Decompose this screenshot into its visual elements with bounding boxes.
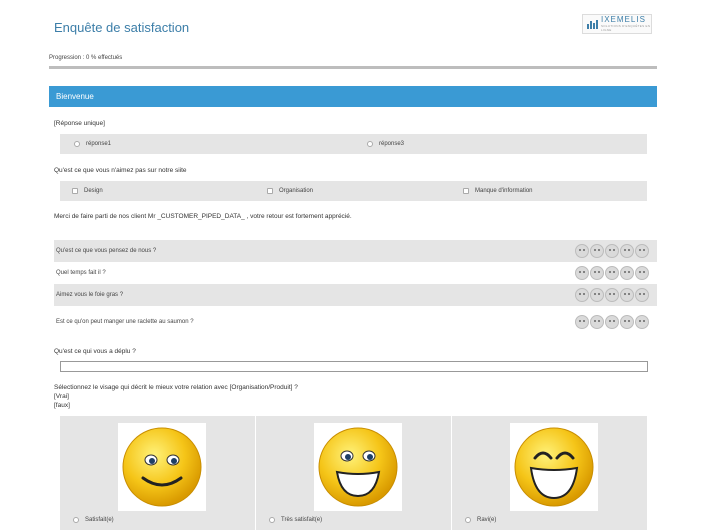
q2-label: Qu'est ce que vous n'aimez pas sur notre… [54, 167, 187, 174]
smiley-rating-icon[interactable] [590, 266, 604, 280]
page-title: Enquête de satisfaction [54, 20, 190, 35]
smiley-rating-icon[interactable] [620, 288, 634, 302]
face-option-satisfait-caption[interactable]: Satisfait(e) [73, 517, 114, 523]
smiley-rating-icon[interactable] [590, 315, 604, 329]
matrix-row-4: Est ce qu'on peut manger une raclette au… [54, 311, 657, 333]
section-header: Bienvenue [49, 86, 657, 107]
radio-button[interactable] [73, 517, 79, 523]
smiley-scale [575, 244, 649, 258]
smiley-rating-icon[interactable] [575, 315, 589, 329]
q2-option-organisation-label: Organisation [279, 188, 314, 194]
face-label-tres-satisfait: Très satisfait(e) [281, 517, 323, 523]
smiley-rating-icon[interactable] [635, 244, 649, 258]
face-option-ravi-caption[interactable]: Ravi(e) [465, 517, 496, 523]
face-label-ravi: Ravi(e) [477, 517, 497, 523]
face-label-satisfait: Satisfait(e) [85, 517, 114, 523]
q2-options-row: Design Organisation Manque d'information [60, 181, 647, 201]
q1-options-row: réponse1 réponse3 [60, 134, 647, 154]
face-option-tres-satisfait[interactable]: Très satisfait(e) [256, 416, 451, 530]
smiley-rating-icon[interactable] [590, 288, 604, 302]
q1-option-1-label: réponse1 [86, 141, 112, 147]
smiley-scale [575, 266, 649, 280]
intro-text: Merci de faire parti de nos client Mr _C… [54, 213, 352, 220]
smiley-rating-icon[interactable] [590, 244, 604, 258]
q4-line-faux: [faux] [54, 402, 70, 409]
smiley-rating-icon[interactable] [635, 266, 649, 280]
q2-option-information-label: Manque d'information [475, 188, 533, 194]
q4-line-vrai: [Vrai] [54, 393, 69, 400]
satisfied-face-icon [118, 423, 206, 511]
checkbox[interactable] [267, 188, 273, 194]
face-option-satisfait[interactable]: Satisfait(e) [60, 416, 255, 530]
q2-option-design[interactable]: Design [72, 181, 103, 201]
logo-subtext: SOLUTIONS D'ENQUÊTES EN LIGNE [601, 24, 651, 32]
radio-button[interactable] [269, 517, 275, 523]
matrix-row-2-label: Quel temps fait il ? [56, 270, 106, 276]
brand-logo: IXEMELIS SOLUTIONS D'ENQUÊTES EN LIGNE [582, 14, 652, 34]
smiley-rating-icon[interactable] [635, 288, 649, 302]
progress-label: Progression : 0 % effectués [49, 55, 123, 61]
smiley-rating-icon[interactable] [605, 315, 619, 329]
smiley-rating-icon[interactable] [605, 266, 619, 280]
matrix-row-1: Qu'est ce que vous pensez de nous ? [54, 240, 657, 262]
checkbox[interactable] [72, 188, 78, 194]
very-satisfied-face-icon [314, 423, 402, 511]
q2-option-information[interactable]: Manque d'information [463, 181, 533, 201]
smiley-rating-icon[interactable] [575, 266, 589, 280]
delighted-face-icon [510, 423, 598, 511]
smiley-rating-icon[interactable] [635, 315, 649, 329]
radio-button[interactable] [74, 141, 80, 147]
smiley-rating-icon[interactable] [605, 244, 619, 258]
smiley-scale [575, 288, 649, 302]
q4-label: Sélectionnez le visage qui décrit le mie… [54, 384, 298, 391]
radio-button[interactable] [465, 517, 471, 523]
checkbox[interactable] [463, 188, 469, 194]
q1-option-2[interactable]: réponse3 [367, 134, 404, 154]
q3-label: Qu'est ce qui vous a déplu ? [54, 348, 136, 355]
q2-option-design-label: Design [84, 188, 103, 194]
smiley-rating-icon[interactable] [575, 288, 589, 302]
logo-text: IXEMELIS [601, 15, 646, 24]
q3-text-input[interactable] [60, 361, 648, 372]
matrix-row-2: Quel temps fait il ? [54, 262, 657, 284]
matrix-row-3: Aimez vous le foie gras ? [54, 284, 657, 306]
matrix-row-1-label: Qu'est ce que vous pensez de nous ? [56, 248, 157, 254]
smiley-rating-icon[interactable] [620, 244, 634, 258]
smiley-rating-icon[interactable] [620, 315, 634, 329]
radio-button[interactable] [367, 141, 373, 147]
smiley-rating-icon[interactable] [605, 288, 619, 302]
face-option-tres-satisfait-caption[interactable]: Très satisfait(e) [269, 517, 322, 523]
logo-bars-icon [587, 19, 598, 29]
smiley-rating-icon[interactable] [575, 244, 589, 258]
smiley-scale [575, 315, 649, 329]
progress-bar [49, 66, 657, 69]
matrix-row-4-label: Est ce qu'on peut manger une raclette au… [56, 319, 194, 325]
q2-option-organisation[interactable]: Organisation [267, 181, 313, 201]
q1-label: [Réponse unique] [54, 120, 105, 127]
face-option-ravi[interactable]: Ravi(e) [452, 416, 647, 530]
matrix-row-3-label: Aimez vous le foie gras ? [56, 292, 124, 298]
q1-option-2-label: réponse3 [379, 141, 405, 147]
smiley-rating-icon[interactable] [620, 266, 634, 280]
q1-option-1[interactable]: réponse1 [74, 134, 111, 154]
